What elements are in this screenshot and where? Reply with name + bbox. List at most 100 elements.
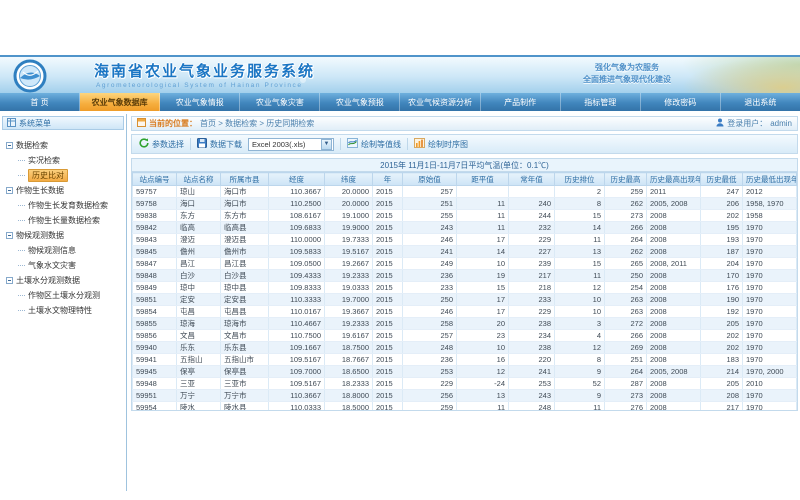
table-cell: 108.6167 [269,210,325,222]
sidebar-group-4[interactable]: 土壤水分观测数据 [6,273,122,288]
sidebar-group-2[interactable]: 作物生长数据 [6,183,122,198]
collapse-icon[interactable] [6,232,13,239]
tab-10[interactable]: 退出系统 [721,93,800,111]
table-cell: 18.7667 [325,354,373,366]
sidebar-item-物候观测信息[interactable]: 物候观测信息 [6,243,122,258]
tab-1[interactable]: 首 页 [0,93,80,111]
sidebar-item-土壤水文物理特性[interactable]: 土壤水文物理特性 [6,303,122,318]
table-row-59845[interactable]: 59845儋州儋州市109.583319.5167201524114227132… [133,246,797,258]
table-title: 2015年 11月1日-11月7日平均气温(单位：0.1℃) [132,159,797,172]
table-cell: 264 [605,234,647,246]
tab-2[interactable]: 农业气象数据库 [80,93,160,111]
tree-connector [18,160,25,161]
table-row-59849[interactable]: 59849琼中琼中县109.833319.0333201523315218122… [133,282,797,294]
collapse-icon[interactable] [6,142,13,149]
column-header-11: 历史最高 [605,173,647,186]
table-cell: 176 [701,282,743,294]
collapse-icon[interactable] [6,277,13,284]
sidebar-item-作物区土壤水分观测[interactable]: 作物区土壤水分观测 [6,288,122,303]
tab-9[interactable]: 修改密码 [641,93,721,111]
table-cell: 2015 [373,342,403,354]
绘制时序图-button[interactable]: 绘制时序图 [414,138,468,150]
table-cell: 1970 [743,390,797,402]
table-cell: 244 [509,210,555,222]
table-row-59851[interactable]: 59851定安定安县110.333319.7000201525017233102… [133,294,797,306]
table-cell: 109.4333 [269,270,325,282]
table-cell: 儋州市 [221,246,269,258]
table-cell: 265 [605,258,647,270]
table-cell: 五指山 [177,354,221,366]
数据下载-button[interactable]: 数据下载 [197,138,242,150]
download-format-select[interactable]: Excel 2003(.xls)▼ [248,138,334,151]
chevron-down-icon[interactable]: ▼ [321,139,332,150]
table-cell: 乐东县 [221,342,269,354]
sidebar-item-作物生长量数据检索[interactable]: 作物生长量数据检索 [6,213,122,228]
table-cell: 202 [701,342,743,354]
table-row-59948[interactable]: 59948三亚三亚市109.516718.23332015229-2425352… [133,378,797,390]
table-row-59757[interactable]: 59757琼山海口市110.366720.0000201525722592011… [133,186,797,198]
table-cell: 11 [555,234,605,246]
column-header-7: 原始值 [403,173,457,186]
table-row-59855[interactable]: 59855琼海琼海市110.466719.2333201525820238327… [133,318,797,330]
tab-7[interactable]: 产品制作 [481,93,561,111]
table-cell: 18.6500 [325,366,373,378]
tab-3[interactable]: 农业气象情报 [160,93,240,111]
tree-connector [18,250,25,251]
tab-6[interactable]: 农业气候资源分析 [400,93,480,111]
table-row-59856[interactable]: 59856文昌文昌市110.750019.6167201525723234426… [133,330,797,342]
table-row-59941[interactable]: 59941五指山五指山市109.516718.76672015236162208… [133,354,797,366]
table-cell: 251 [605,354,647,366]
grain-decoration [681,57,800,93]
table-cell: 59948 [133,378,177,390]
绘制等值线-button[interactable]: 绘制等值线 [347,138,401,150]
table-cell: 4 [555,330,605,342]
table-cell: 259 [403,402,457,412]
table-cell: 59838 [133,210,177,222]
table-cell: 2015 [373,282,403,294]
tab-5[interactable]: 农业气象预报 [320,93,400,111]
table-row-59854[interactable]: 59854屯昌屯昌县110.016719.3667201524617229102… [133,306,797,318]
table-cell: 2005, 2008 [647,366,701,378]
sidebar-item-label: 土壤水文物理特性 [28,305,92,316]
table-row-59843[interactable]: 59843澄迈澄迈县110.000019.7333201524617229112… [133,234,797,246]
table-cell: 59941 [133,354,177,366]
table-row-59954[interactable]: 59954陵水陵水县110.033318.5000201525911248112… [133,402,797,412]
table-row-59758[interactable]: 59758海口海口市110.250020.0000201525111240826… [133,198,797,210]
参数选择-button[interactable]: 参数选择 [139,138,184,150]
table-cell: 243 [403,222,457,234]
breadcrumb[interactable]: 首页 > 数据检索 > 历史同期检索 [200,118,314,129]
timeseries-chart-icon [414,138,425,150]
table-cell: 229 [403,378,457,390]
table-cell: 2010 [743,378,797,390]
sidebar-item-气象水文灾害[interactable]: 气象水文灾害 [6,258,122,273]
table-row-59951[interactable]: 59951万宁万宁市110.366718.8000201525613243927… [133,390,797,402]
collapse-icon[interactable] [6,187,13,194]
table-cell: 2008 [647,318,701,330]
tab-4[interactable]: 农业气象灾害 [240,93,320,111]
table-cell: 255 [403,210,457,222]
table-cell: 253 [403,366,457,378]
table-cell: 19.1000 [325,210,373,222]
sidebar-item-作物生长发育数据检索[interactable]: 作物生长发育数据检索 [6,198,122,213]
save-icon [197,138,207,150]
table-row-59945[interactable]: 59945保亭保亭县109.700018.6500201525312241926… [133,366,797,378]
table-cell: 59856 [133,330,177,342]
table-cell: 海口市 [221,186,269,198]
sidebar-group-3[interactable]: 物候观测数据 [6,228,122,243]
table-cell: 2008 [647,354,701,366]
table-row-59848[interactable]: 59848白沙白沙县109.433319.2333201523619217112… [133,270,797,282]
table-cell: 256 [403,390,457,402]
table-cell: 2015 [373,294,403,306]
table-cell: 18.5000 [325,402,373,412]
table-cell: 8 [555,198,605,210]
table-row-59838[interactable]: 59838东方东方市108.616719.1000201525511244152… [133,210,797,222]
table-cell: 19.7333 [325,234,373,246]
sidebar-group-1[interactable]: 数据检索 [6,138,122,153]
table-row-59940[interactable]: 59940乐东乐东县109.166718.7500201524810238122… [133,342,797,354]
sidebar-item-实况检索[interactable]: 实况检索 [6,153,122,168]
sidebar-item-历史比对[interactable]: 历史比对 [6,168,122,183]
table-cell: 1958, 1970 [743,198,797,210]
tab-8[interactable]: 指标管理 [561,93,641,111]
table-row-59847[interactable]: 59847昌江昌江县109.050019.2667201524910239152… [133,258,797,270]
table-row-59842[interactable]: 59842临高临高县109.683319.9000201524311232142… [133,222,797,234]
